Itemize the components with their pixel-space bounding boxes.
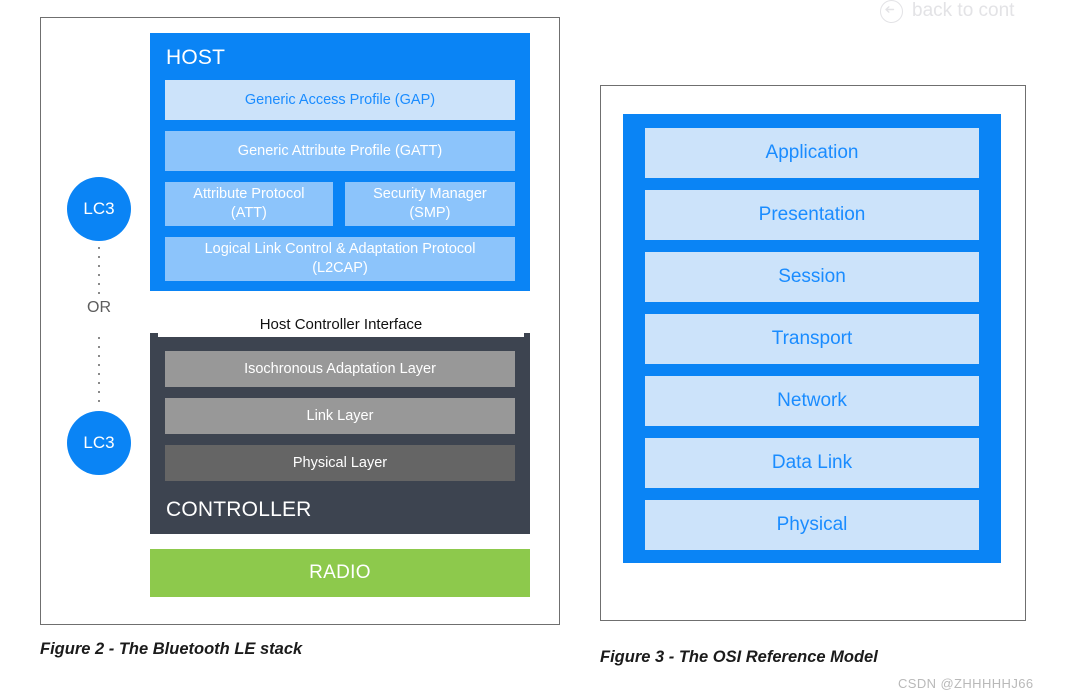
osi-layer-physical-label: Physical <box>776 514 848 535</box>
lc3-codec-group: LC3 OR LC3 <box>67 177 131 475</box>
controller-block: Isochronous Adaptation Layer Link Layer … <box>150 333 530 534</box>
layer-att-line2: (ATT) <box>230 205 267 221</box>
controller-title: CONTROLLER <box>166 498 312 521</box>
lc3-dotted-connector-upper <box>98 247 100 295</box>
layer-att-line1: Attribute Protocol <box>193 186 305 203</box>
osi-layer-presentation-label: Presentation <box>758 204 866 225</box>
layer-att: Attribute Protocol (ATT) <box>165 182 333 226</box>
lc3-or-label: OR <box>87 299 111 316</box>
figure-3-caption: Figure 3 - The OSI Reference Model <box>600 648 878 666</box>
back-to-content-link[interactable]: back to cont <box>880 0 1015 23</box>
host-layer-row-l2cap: Logical Link Control & Adaptation Protoc… <box>150 237 530 281</box>
layer-l2cap-line1: Logical Link Control & Adaptation Protoc… <box>204 241 476 258</box>
layer-isochronous-adaptation: Isochronous Adaptation Layer <box>165 351 515 387</box>
controller-layer-row-physical: Physical Layer <box>150 445 530 481</box>
osi-layer-application-label: Application <box>765 142 859 163</box>
lc3-dotted-connector-lower <box>98 337 100 405</box>
host-block: HOST Generic Access Profile (GAP) Generi… <box>150 33 530 291</box>
controller-layer-row-isoal: Isochronous Adaptation Layer <box>150 351 530 387</box>
host-layer-row-gatt: Generic Attribute Profile (GATT) <box>150 131 530 171</box>
osi-layer-network: Network <box>645 376 979 426</box>
layer-gap: Generic Access Profile (GAP) <box>165 80 515 120</box>
osi-layer-network-label: Network <box>777 390 847 411</box>
radio-bar: RADIO <box>150 549 530 597</box>
osi-stack: Application Presentation Session Transpo… <box>623 114 1001 563</box>
osi-layer-physical: Physical <box>645 500 979 550</box>
layer-l2cap-line2: (L2CAP) <box>312 260 368 276</box>
layer-gatt: Generic Attribute Profile (GATT) <box>165 131 515 171</box>
layer-physical-label: Physical Layer <box>292 454 388 471</box>
osi-layer-application: Application <box>645 128 979 178</box>
layer-att-label: Attribute Protocol (ATT) <box>193 185 304 223</box>
layer-physical: Physical Layer <box>165 445 515 481</box>
lc3-bottom-label: LC3 <box>83 433 115 452</box>
layer-smp-line2: (SMP) <box>409 205 451 221</box>
osi-layer-data-link-label: Data Link <box>771 452 853 473</box>
layer-isochronous-adaptation-label: Isochronous Adaptation Layer <box>244 360 436 377</box>
radio-label: RADIO <box>309 562 371 583</box>
lc3-circle-bottom: LC3 <box>67 411 131 475</box>
host-layer-row-gap: Generic Access Profile (GAP) <box>150 80 530 120</box>
figure-2-caption: Figure 2 - The Bluetooth LE stack <box>40 640 303 658</box>
back-to-content-label: back to cont <box>912 0 1015 21</box>
lc3-top-label: LC3 <box>83 199 115 218</box>
layer-smp-label: Security Manager (SMP) <box>373 185 487 223</box>
osi-layer-presentation: Presentation <box>645 190 979 240</box>
host-controller-interface-bar: Host Controller Interface <box>158 311 524 337</box>
layer-l2cap: Logical Link Control & Adaptation Protoc… <box>165 237 515 281</box>
controller-layer-row-link: Link Layer <box>150 398 530 434</box>
layer-smp: Security Manager (SMP) <box>344 182 515 226</box>
lc3-circle-top: LC3 <box>67 177 131 241</box>
hci-label: Host Controller Interface <box>259 315 423 333</box>
layer-link-label: Link Layer <box>306 407 374 424</box>
watermark: CSDN @ZHHHHHJ66 <box>898 676 1034 691</box>
layer-smp-line1: Security Manager <box>373 186 487 203</box>
layer-gatt-label: Generic Attribute Profile (GATT) <box>237 142 443 159</box>
osi-layer-transport-label: Transport <box>771 328 853 349</box>
layer-l2cap-label: Logical Link Control & Adaptation Protoc… <box>205 240 476 278</box>
layer-gap-label: Generic Access Profile (GAP) <box>244 91 436 108</box>
back-arrow-circle-icon <box>880 0 903 23</box>
host-title: HOST <box>166 46 226 69</box>
layer-link: Link Layer <box>165 398 515 434</box>
osi-layer-session-label: Session <box>778 266 846 287</box>
osi-layer-transport: Transport <box>645 314 979 364</box>
osi-layer-session: Session <box>645 252 979 302</box>
host-layer-row-att-smp: Attribute Protocol (ATT) Security Manage… <box>150 182 530 226</box>
osi-layer-data-link: Data Link <box>645 438 979 488</box>
